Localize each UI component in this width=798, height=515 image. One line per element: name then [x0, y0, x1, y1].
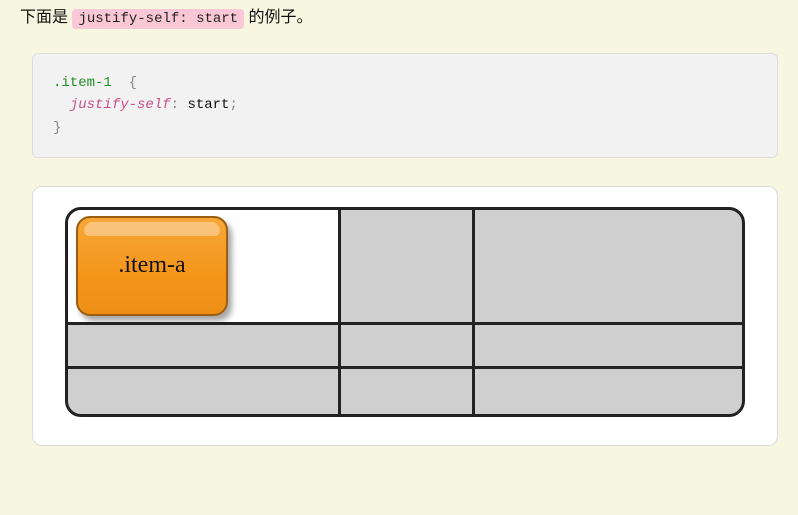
intro-suffix: 的例子。: [244, 9, 312, 26]
intro-paragraph: 下面是 justify-self: start 的例子。: [20, 4, 778, 33]
intro-prefix: 下面是: [20, 9, 72, 26]
grid-col-line-1: [338, 210, 341, 414]
code-colon: :: [171, 97, 188, 113]
grid-row-line-1: [68, 322, 742, 325]
code-brace-open: {: [112, 75, 137, 91]
code-brace-close: }: [53, 120, 61, 136]
figure-card: .item-a: [32, 186, 778, 446]
inline-code: justify-self: start: [72, 9, 244, 29]
code-block: .item-1 { justify-self: start; }: [32, 53, 778, 158]
grid-item-a: .item-a: [76, 216, 228, 316]
grid-sketch: .item-a: [65, 207, 745, 417]
code-indent: [53, 97, 70, 113]
code-semicolon: ;: [229, 97, 237, 113]
code-selector: .item-1: [53, 75, 112, 91]
grid-row-line-2: [68, 366, 742, 369]
code-value: start: [187, 97, 229, 113]
code-property: justify-self: [70, 97, 171, 113]
grid-item-label: .item-a: [118, 244, 185, 287]
grid-col-line-2: [472, 210, 475, 414]
